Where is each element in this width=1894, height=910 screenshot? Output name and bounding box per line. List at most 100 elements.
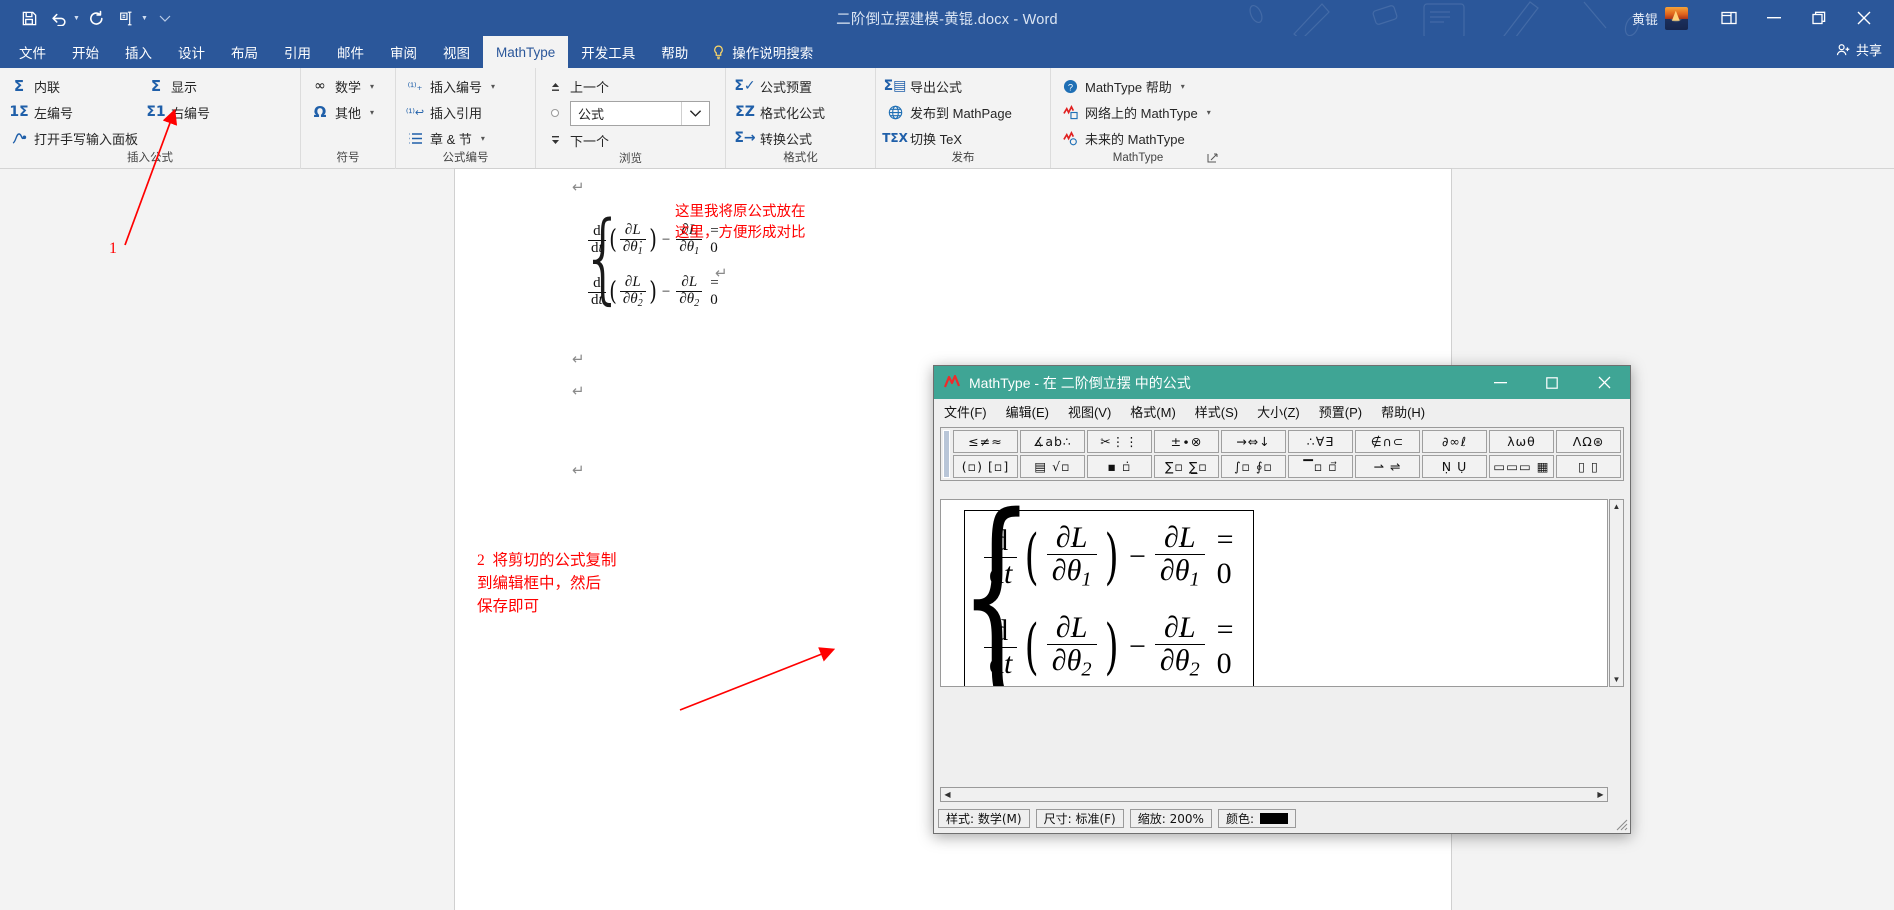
ribbon-item-内联[interactable]: Σ 内联 bbox=[7, 74, 144, 98]
tab-开始[interactable]: 开始 bbox=[59, 36, 112, 68]
tab-文件[interactable]: 文件 bbox=[6, 36, 59, 68]
symbol-palette-button[interactable]: ▪ ▫̇ bbox=[1087, 455, 1152, 478]
symbol-palette-button[interactable]: ∂∞ℓ bbox=[1422, 430, 1487, 453]
mathtype-menu-格式M[interactable]: 格式(M) bbox=[1130, 402, 1176, 421]
ribbon-display-options-icon[interactable] bbox=[1706, 0, 1751, 36]
color-swatch[interactable] bbox=[1259, 813, 1288, 824]
symbol-palette-button[interactable]: ✂⋮⋮ bbox=[1087, 430, 1152, 453]
ribbon-item-发布到 MathPage[interactable]: 发布到 MathPage bbox=[883, 100, 1018, 124]
ribbon-item-转换公式[interactable]: Σ→ 转换公式 bbox=[733, 126, 831, 150]
mathtype-menu-大小Z[interactable]: 大小(Z) bbox=[1257, 402, 1300, 421]
ribbon-item-切换 TeX[interactable]: TΣX 切换 TeX bbox=[882, 126, 1018, 150]
symbol-palette-button[interactable]: ±∙⊗ bbox=[1154, 430, 1219, 453]
avatar[interactable] bbox=[1665, 6, 1688, 30]
ribbon-item-导出公式[interactable]: Σ▤ 导出公式 bbox=[883, 74, 1018, 98]
status-color[interactable]: 颜色: bbox=[1217, 809, 1296, 828]
symbol-palette-button[interactable]: ⇀ ⇌ bbox=[1355, 455, 1420, 478]
ribbon-item-网络上的 MathType[interactable]: 网络上的 MathType ▾ bbox=[1058, 100, 1217, 124]
ribbon-item-上一个[interactable]: 上一个 bbox=[543, 74, 710, 98]
symbol-palette-button[interactable]: Ṇ Ụ bbox=[1422, 455, 1487, 478]
status-style[interactable]: 样式: 数学(M) bbox=[938, 809, 1030, 828]
touch-mouse-mode-icon[interactable] bbox=[114, 5, 140, 31]
mathtype-minimize-icon[interactable] bbox=[1474, 366, 1526, 399]
scroll-up-arrow-icon[interactable]: ▲ bbox=[1610, 500, 1623, 513]
chevron-down-icon[interactable] bbox=[681, 101, 709, 125]
symbol-palette-button[interactable]: λωθ bbox=[1489, 430, 1554, 453]
tab-审阅[interactable]: 审阅 bbox=[377, 36, 430, 68]
tab-MathType[interactable]: MathType bbox=[483, 36, 569, 68]
close-icon[interactable] bbox=[1841, 0, 1886, 36]
touch-mode-dropdown-caret[interactable]: ▼ bbox=[141, 15, 148, 22]
tab-帮助[interactable]: 帮助 bbox=[648, 36, 701, 68]
mathtype-close-icon[interactable] bbox=[1578, 366, 1630, 399]
symbol-palette-button[interactable]: →⇔↓ bbox=[1221, 430, 1286, 453]
chevron-down-icon[interactable]: ▾ bbox=[1181, 82, 1185, 91]
symbol-palette-button[interactable]: ∉∩⊂ bbox=[1355, 430, 1420, 453]
ribbon-item-打开手写输入面板[interactable]: 打开手写输入面板 bbox=[7, 126, 144, 150]
ribbon-item-插入编号[interactable]: ⁽¹⁾₊ 插入编号 ▾ bbox=[403, 74, 501, 98]
mathtype-menu-文件F[interactable]: 文件(F) bbox=[944, 402, 987, 421]
symbol-palette-button[interactable]: ΛΩ⊛ bbox=[1556, 430, 1621, 453]
mathtype-equation-canvas[interactable]: { ddt ( ∂L ∂θ1 ) − ∂L ∂θ1 = 0 bbox=[940, 499, 1608, 687]
browse-object-combo[interactable]: 公式 bbox=[570, 100, 710, 126]
symbol-palette-button[interactable]: ∡ab∴ bbox=[1020, 430, 1085, 453]
scroll-right-arrow-icon[interactable]: ▶ bbox=[1594, 788, 1607, 801]
chevron-down-icon[interactable]: ▾ bbox=[481, 134, 485, 143]
mathtype-menu-视图V[interactable]: 视图(V) bbox=[1068, 402, 1111, 421]
mathtype-title-bar[interactable]: MathType - 在 二阶倒立摆 中的公式 bbox=[934, 366, 1630, 399]
chevron-down-icon[interactable]: ▾ bbox=[370, 82, 374, 91]
mathtype-menu-编辑E[interactable]: 编辑(E) bbox=[1006, 402, 1049, 421]
symbol-palette-button[interactable]: ≤≠≈ bbox=[953, 430, 1018, 453]
undo-dropdown-caret[interactable]: ▼ bbox=[73, 15, 80, 22]
status-zoom[interactable]: 缩放: 200% bbox=[1129, 809, 1212, 828]
ribbon-item-公式预置[interactable]: Σ✓ 公式预置 bbox=[733, 74, 831, 98]
tab-引用[interactable]: 引用 bbox=[271, 36, 324, 68]
ribbon-item-章 & 节[interactable]: 章 & 节 ▾ bbox=[403, 126, 501, 150]
mathtype-menu-样式S[interactable]: 样式(S) bbox=[1195, 402, 1238, 421]
mathtype-menu-bar[interactable]: 文件(F) 编辑(E) 视图(V) 格式(M) 样式(S) 大小(Z) 预置(P) 帮助(H) bbox=[934, 399, 1630, 424]
dialog-box-launcher-icon[interactable] bbox=[1207, 153, 1221, 167]
chevron-down-icon[interactable]: ▾ bbox=[370, 108, 374, 117]
tell-me-search[interactable]: 操作说明搜索 bbox=[701, 36, 823, 68]
tab-开发工具[interactable]: 开发工具 bbox=[568, 36, 648, 68]
chevron-down-icon[interactable]: ▾ bbox=[1207, 108, 1211, 117]
vertical-scrollbar[interactable]: ▲ ▼ bbox=[1609, 499, 1624, 687]
minimize-icon[interactable] bbox=[1751, 0, 1796, 36]
ribbon-item-显示[interactable]: Σ 显示 bbox=[144, 74, 216, 98]
ribbon-item-下一个[interactable]: 下一个 bbox=[543, 128, 710, 152]
symbol-palette-button[interactable]: ▭▭▭ ▦ bbox=[1489, 455, 1554, 478]
tab-插入[interactable]: 插入 bbox=[112, 36, 165, 68]
status-size[interactable]: 尺寸: 标准(F) bbox=[1035, 809, 1124, 828]
symbol-palette-button[interactable]: ▔▫ ▫⃗ bbox=[1288, 455, 1353, 478]
ribbon-item-右编号[interactable]: Σ1 右编号 bbox=[144, 100, 216, 124]
tab-布局[interactable]: 布局 bbox=[218, 36, 271, 68]
toolbar-drag-handle[interactable] bbox=[943, 430, 950, 478]
scroll-left-arrow-icon[interactable]: ◀ bbox=[941, 788, 954, 801]
ribbon-item-其他[interactable]: Ω 其他 ▾ bbox=[308, 100, 380, 124]
tab-视图[interactable]: 视图 bbox=[430, 36, 483, 68]
symbol-palette-button[interactable]: ▯ ▯ bbox=[1556, 455, 1621, 478]
symbol-palette-button[interactable]: (▫) [▫] bbox=[953, 455, 1018, 478]
quick-access-toolbar[interactable]: ▼ ▼ bbox=[0, 5, 178, 31]
ribbon-item-插入引用[interactable]: ⁽¹⁾↩ 插入引用 bbox=[403, 100, 501, 124]
customize-quick-access-icon[interactable] bbox=[152, 5, 178, 31]
tab-设计[interactable]: 设计 bbox=[165, 36, 218, 68]
symbol-palette-button[interactable]: ∫▫ ∮▫ bbox=[1221, 455, 1286, 478]
ribbon-item-未来的 MathType[interactable]: 未来的 MathType bbox=[1058, 126, 1217, 150]
chevron-down-icon[interactable]: ▾ bbox=[491, 82, 495, 91]
ribbon-item-格式化公式[interactable]: ΣZ 格式化公式 bbox=[733, 100, 831, 124]
save-icon[interactable] bbox=[16, 5, 42, 31]
tab-邮件[interactable]: 邮件 bbox=[324, 36, 377, 68]
ribbon-item-MathType 帮助[interactable]: ? MathType 帮助 ▾ bbox=[1058, 74, 1217, 98]
mathtype-menu-帮助H[interactable]: 帮助(H) bbox=[1381, 402, 1425, 421]
symbol-palette-button[interactable]: ∴∀∃ bbox=[1288, 430, 1353, 453]
mathtype-maximize-icon[interactable] bbox=[1526, 366, 1578, 399]
share-button[interactable]: 共享 bbox=[1836, 40, 1882, 59]
symbol-palette-button[interactable]: ▤ √▫ bbox=[1020, 455, 1085, 478]
undo-icon[interactable] bbox=[46, 5, 72, 31]
ribbon-item-数学[interactable]: ∞ 数学 ▾ bbox=[308, 74, 380, 98]
mathtype-dialog[interactable]: MathType - 在 二阶倒立摆 中的公式 文件(F) 编辑(E) 视图(V) 格… bbox=[933, 365, 1631, 834]
horizontal-scrollbar[interactable]: ◀ ▶ bbox=[940, 787, 1608, 802]
mathtype-symbol-toolbar[interactable]: ≤≠≈ ∡ab∴ ✂⋮⋮ ±∙⊗ →⇔↓ ∴∀∃ ∉∩⊂ ∂∞ℓ λωθ ΛΩ⊛ (▫) [▫] ▤ … bbox=[940, 427, 1624, 481]
mathtype-menu-预置P[interactable]: 预置(P) bbox=[1319, 402, 1362, 421]
